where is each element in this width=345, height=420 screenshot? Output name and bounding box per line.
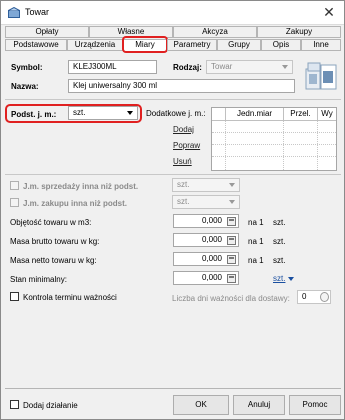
tab-oplaty[interactable]: Opłaty [5, 26, 89, 38]
edit-unit-link[interactable]: Popraw [173, 141, 200, 150]
footer-separator [5, 388, 341, 389]
sale-unit-select[interactable]: szt. [172, 178, 240, 192]
symbol-label: Symbol: [11, 63, 43, 72]
dropdown-arrow-icon[interactable] [288, 277, 294, 281]
dialog-window: Towar ✕ Opłaty Własne Akcyza Zakupy Pods… [0, 0, 345, 420]
min-stock-label: Stan minimalny: [10, 275, 67, 284]
chevron-down-icon [229, 183, 235, 187]
net-weight-unit: szt. [273, 256, 286, 265]
close-icon[interactable]: ✕ [320, 4, 338, 21]
volume-input[interactable]: 0,000 [173, 214, 239, 228]
purchase-unit-value: szt. [177, 197, 190, 206]
purchase-unit-label: J.m. zakupu inna niż podst. [23, 199, 128, 208]
tab-zakupy[interactable]: Zakupy [257, 26, 341, 38]
purchase-unit-checkbox[interactable] [10, 198, 19, 207]
calculator-icon[interactable] [227, 217, 236, 226]
grid-corner-header [212, 108, 226, 121]
add-action-checkbox[interactable] [10, 400, 19, 409]
grid-row-line [212, 156, 336, 157]
tab-podstawowe[interactable]: Podstawowe [5, 39, 67, 51]
min-stock-unit-link[interactable]: szt. [273, 274, 285, 283]
purchase-unit-select[interactable]: szt. [172, 195, 240, 209]
base-unit-value: szt. [73, 108, 86, 117]
additional-units-label: Dodatkowe j. m.: [146, 109, 206, 118]
calculator-icon[interactable] [227, 274, 236, 283]
net-weight-input[interactable]: 0,000 [173, 252, 239, 266]
selected-tab-highlight [122, 36, 168, 53]
gross-weight-label: Masa brutto towaru w kg: [10, 237, 100, 246]
grid-col-line [225, 121, 226, 170]
calculator-icon[interactable] [227, 255, 236, 264]
rodzaj-value: Towar [211, 62, 233, 71]
grid-row-line [212, 132, 336, 133]
gross-weight-value: 0,000 [201, 235, 222, 244]
gross-weight-unit: szt. [273, 237, 286, 246]
sale-unit-checkbox[interactable] [10, 181, 19, 190]
nazwa-input[interactable]: Klej uniwersalny 300 ml [68, 79, 295, 93]
net-weight-per: na 1 [248, 256, 264, 265]
expiry-days-value: 0 [302, 292, 307, 301]
volume-label: Objętość towaru w m3: [10, 218, 92, 227]
separator [5, 99, 341, 100]
window-title: Towar [25, 7, 50, 17]
chevron-down-icon [127, 111, 133, 115]
base-unit-select[interactable]: szt. [68, 106, 138, 120]
min-stock-input[interactable]: 0,000 [173, 271, 239, 285]
expiry-days-label: Liczba dni ważności dla dostawy: [172, 294, 290, 303]
tab-grupy[interactable]: Grupy [217, 39, 261, 51]
volume-unit: szt. [273, 218, 286, 227]
additional-units-grid[interactable]: Jedn.miar Przel. Wy [211, 107, 337, 171]
grid-header-factor[interactable]: Przel. [284, 108, 318, 121]
product-image [305, 62, 337, 90]
min-stock-value: 0,000 [201, 273, 222, 282]
tab-parametry[interactable]: Parametry [167, 39, 217, 51]
app-icon [8, 7, 20, 18]
net-weight-label: Masa netto towaru w kg: [10, 256, 97, 265]
rodzaj-label: Rodzaj: [173, 63, 202, 72]
expiry-checkbox[interactable] [10, 292, 19, 301]
separator [5, 174, 341, 175]
delete-unit-link[interactable]: Usuń [173, 157, 192, 166]
rodzaj-select[interactable]: Towar [206, 60, 293, 74]
tab-akcyza[interactable]: Akcyza [173, 26, 257, 38]
calculator-icon[interactable] [227, 236, 236, 245]
grid-col-line [283, 121, 284, 170]
gross-weight-per: na 1 [248, 237, 264, 246]
volume-per: na 1 [248, 218, 264, 227]
spinner-icon[interactable] [320, 292, 329, 302]
cancel-button[interactable]: Anuluj [233, 395, 285, 415]
add-unit-link[interactable]: Dodaj [173, 125, 194, 134]
sale-unit-label: J.m. sprzedaży inna niż podst. [23, 182, 139, 191]
ok-button[interactable]: OK [173, 395, 229, 415]
tab-urzadzenia[interactable]: Urządzenia [67, 39, 123, 51]
nazwa-label: Nazwa: [11, 82, 39, 91]
tab-inne[interactable]: Inne [301, 39, 341, 51]
grid-row-line [212, 144, 336, 145]
grid-header-unit[interactable]: Jedn.miar [226, 108, 284, 121]
chevron-down-icon [229, 200, 235, 204]
volume-value: 0,000 [201, 216, 222, 225]
gross-weight-input[interactable]: 0,000 [173, 233, 239, 247]
expiry-days-spinner[interactable]: 0 [297, 290, 331, 304]
symbol-input[interactable]: KLEJ300ML [68, 60, 157, 74]
add-action-label: Dodaj działanie [23, 401, 78, 410]
chevron-down-icon [282, 65, 288, 69]
expiry-label: Kontrola terminu ważności [23, 293, 117, 302]
net-weight-value: 0,000 [201, 254, 222, 263]
grid-header-wy[interactable]: Wy [318, 108, 336, 121]
grid-col-line [317, 121, 318, 170]
tab-opis[interactable]: Opis [261, 39, 301, 51]
base-unit-label: Podst. j. m.: [11, 110, 57, 119]
help-button[interactable]: Pomoc [289, 395, 341, 415]
sale-unit-value: szt. [177, 180, 190, 189]
title-bar: Towar ✕ [1, 1, 344, 25]
